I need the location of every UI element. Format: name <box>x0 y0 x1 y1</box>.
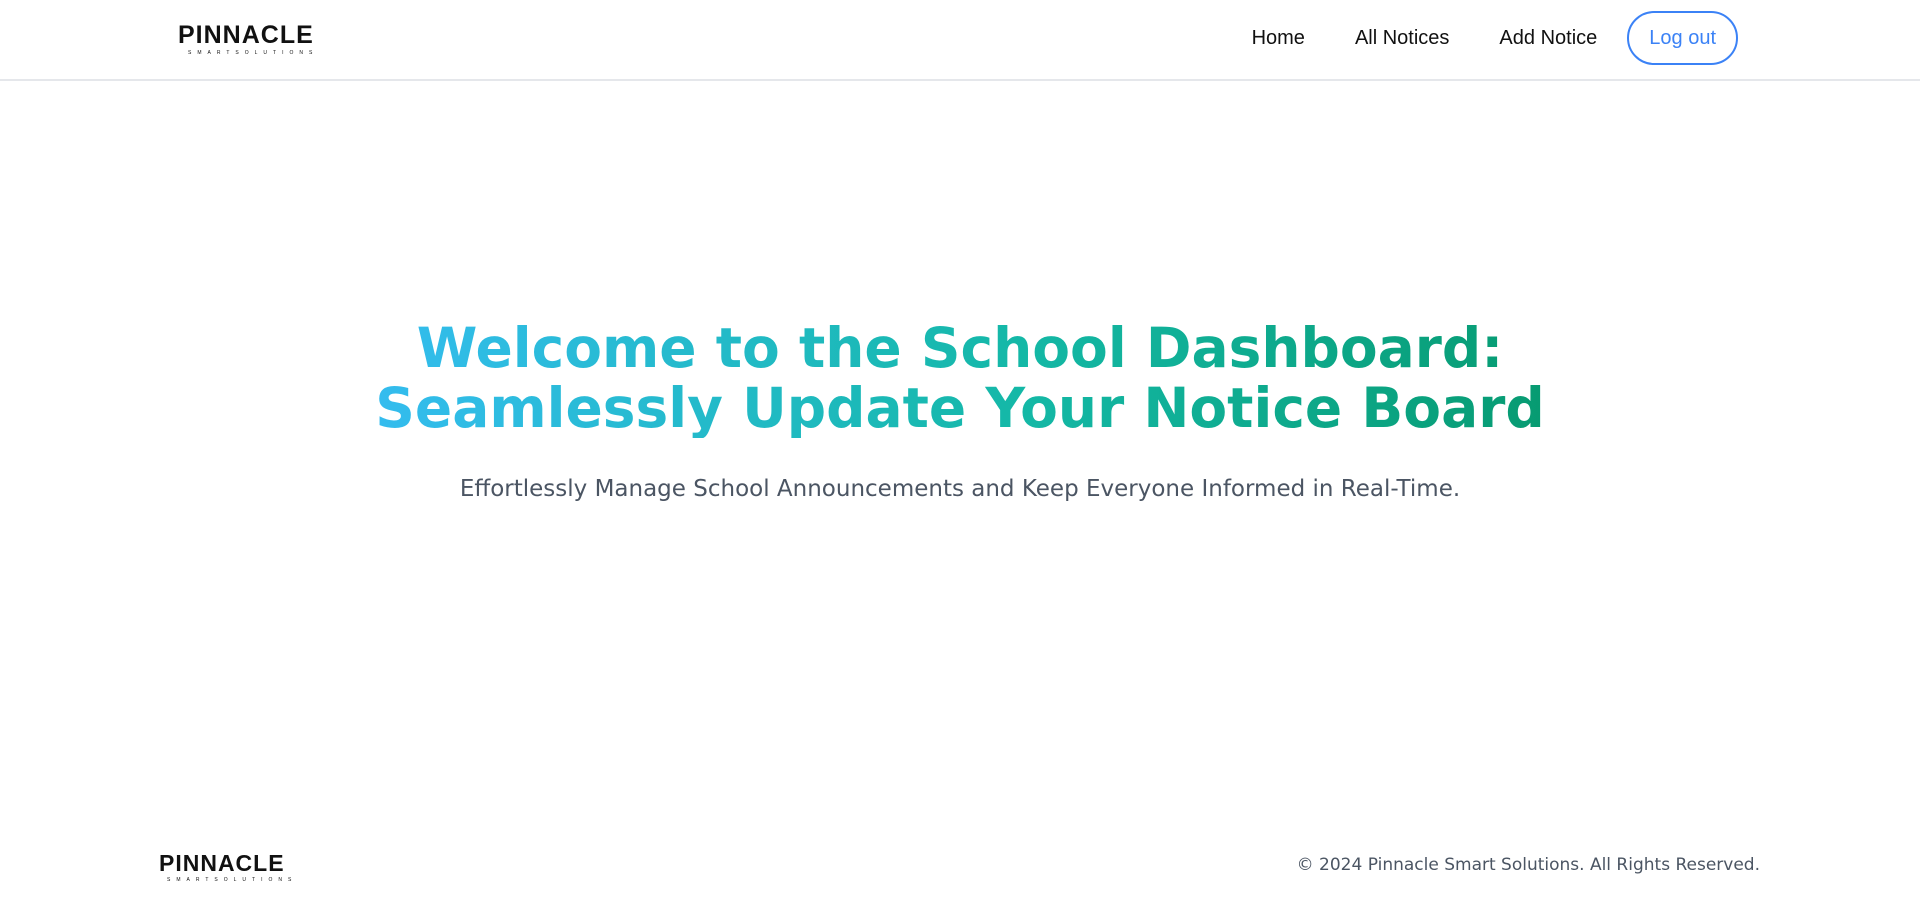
hero-section: Welcome to the School Dashboard: Seamles… <box>0 318 1920 502</box>
logo-wordmark: PINNACLE <box>178 21 314 49</box>
footer-logo-wordmark: PINNACLE <box>159 850 285 876</box>
main-nav: Home All Notices Add Notice Log out <box>1252 11 1738 65</box>
logo-tag-left: SMART <box>188 50 236 56</box>
footer-logo-tag-left: SMART <box>167 877 215 883</box>
nav-home-link[interactable]: Home <box>1252 27 1305 50</box>
nav-all-notices-link[interactable]: All Notices <box>1355 27 1449 50</box>
hero-title: Welcome to the School Dashboard: Seamles… <box>290 318 1630 438</box>
top-navbar: PINNACLE SMART SOLUTIONS Home All Notice… <box>0 0 1920 81</box>
footer: PINNACLE SMART SOLUTIONS © 2024 Pinnacle… <box>0 840 1920 910</box>
logout-button[interactable]: Log out <box>1627 11 1738 65</box>
logo-tag-right: SOLUTIONS <box>235 50 319 56</box>
nav-add-notice-link[interactable]: Add Notice <box>1499 27 1597 50</box>
footer-logo-tagline: SMART SOLUTIONS <box>159 878 305 883</box>
footer-logo-tag-right: SOLUTIONS <box>214 877 298 883</box>
logo-tagline: SMART SOLUTIONS <box>178 51 328 56</box>
footer-logo[interactable]: PINNACLE SMART SOLUTIONS <box>159 852 305 883</box>
header-logo[interactable]: PINNACLE SMART SOLUTIONS <box>178 23 328 56</box>
copyright-text: © 2024 Pinnacle Smart Solutions. All Rig… <box>1296 855 1760 875</box>
hero-subtitle: Effortlessly Manage School Announcements… <box>459 476 1461 502</box>
page: PINNACLE SMART SOLUTIONS Home All Notice… <box>0 0 1920 910</box>
